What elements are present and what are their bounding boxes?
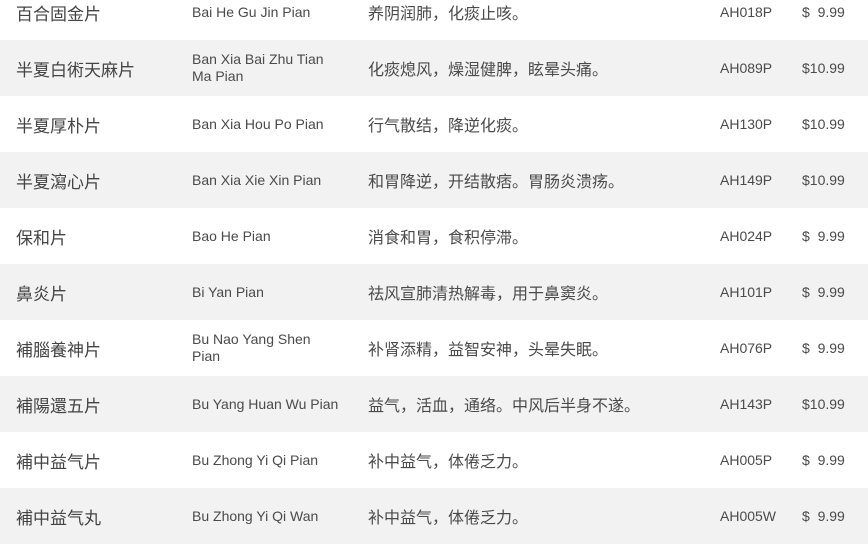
product-pinyin: Bi Yan Pian — [192, 283, 264, 300]
product-description: 化痰熄风，燥湿健脾，眩晕头痛。 — [368, 60, 609, 79]
product-name: 鼻炎片 — [16, 284, 67, 305]
product-code: AH149P — [720, 172, 773, 188]
product-name: 半夏瀉心片 — [16, 172, 101, 193]
product-description: 和胃降逆，开结散痞。胃肠炎溃疡。 — [368, 172, 625, 191]
product-name: 補中益气丸 — [16, 508, 101, 529]
product-description: 祛风宣肺清热解毒，用于鼻窦炎。 — [368, 284, 609, 303]
product-code: AH089P — [720, 60, 773, 76]
product-price: $ 9.99 — [802, 508, 845, 524]
product-name: 百合固金片 — [16, 4, 101, 25]
product-name: 半夏白術天麻片 — [16, 60, 135, 81]
product-price: $ 9.99 — [802, 4, 845, 20]
product-code: AH101P — [720, 284, 773, 300]
product-price: $10.99 — [802, 396, 845, 412]
product-description: 养阴润肺，化痰止咳。 — [368, 4, 529, 23]
product-price: $ 9.99 — [802, 284, 845, 300]
product-pinyin: Bu Yang Huan Wu Pian — [192, 395, 339, 412]
product-description: 行气散结，降逆化痰。 — [368, 116, 529, 135]
product-description: 补肾添精，益智安神，头晕失眠。 — [368, 340, 609, 359]
product-name: 補陽還五片 — [16, 396, 101, 417]
table-row: 鼻炎片 Bi Yan Pian 祛风宣肺清热解毒，用于鼻窦炎。 AH101P $… — [0, 264, 868, 320]
product-price: $10.99 — [802, 172, 845, 188]
product-table: 百合固金片 Bai He Gu Jin Pian 养阴润肺，化痰止咳。 AH01… — [0, 0, 868, 544]
table-row: 保和片 Bao He Pian 消食和胃，食积停滞。 AH024P $ 9.99 — [0, 208, 868, 264]
table-row: 半夏白術天麻片 Ban Xia Bai Zhu Tian Ma Pian 化痰熄… — [0, 40, 868, 96]
product-code: AH130P — [720, 116, 773, 132]
product-name: 保和片 — [16, 228, 67, 249]
product-pinyin: Bu Nao Yang Shen Pian — [192, 331, 311, 364]
table-row: 半夏瀉心片 Ban Xia Xie Xin Pian 和胃降逆，开结散痞。胃肠炎… — [0, 152, 868, 208]
table-row: 補陽還五片 Bu Yang Huan Wu Pian 益气，活血，通络。中风后半… — [0, 376, 868, 432]
product-pinyin: Bu Zhong Yi Qi Wan — [192, 507, 319, 524]
product-description: 益气，活血，通络。中风后半身不遂。 — [368, 396, 641, 415]
product-price: $ 9.99 — [802, 452, 845, 468]
table-row: 半夏厚朴片 Ban Xia Hou Po Pian 行气散结，降逆化痰。 AH1… — [0, 96, 868, 152]
product-code: AH143P — [720, 396, 773, 412]
product-price: $ 9.99 — [802, 228, 845, 244]
product-pinyin: Ban Xia Xie Xin Pian — [192, 171, 322, 188]
product-price: $10.99 — [802, 116, 845, 132]
product-pinyin: Bao He Pian — [192, 227, 271, 244]
product-name: 補腦養神片 — [16, 340, 101, 361]
product-description: 补中益气，体倦乏力。 — [368, 452, 529, 471]
product-name: 半夏厚朴片 — [16, 116, 101, 137]
product-pinyin: Bai He Gu Jin Pian — [192, 3, 311, 20]
table-row: 補腦養神片 Bu Nao Yang Shen Pian 补肾添精，益智安神，头晕… — [0, 320, 868, 376]
product-name: 補中益气片 — [16, 452, 101, 473]
product-price: $10.99 — [802, 60, 845, 76]
product-code: AH076P — [720, 340, 773, 356]
product-description: 消食和胃，食积停滞。 — [368, 228, 529, 247]
product-price: $ 9.99 — [802, 340, 845, 356]
table-row: 補中益气丸 Bu Zhong Yi Qi Wan 补中益气，体倦乏力。 AH00… — [0, 488, 868, 544]
product-code: AH018P — [720, 4, 773, 20]
product-pinyin: Ban Xia Bai Zhu Tian Ma Pian — [192, 51, 324, 84]
product-code: AH024P — [720, 228, 773, 244]
product-pinyin: Ban Xia Hou Po Pian — [192, 115, 324, 132]
product-code: AH005W — [720, 508, 777, 524]
table-row: 百合固金片 Bai He Gu Jin Pian 养阴润肺，化痰止咳。 AH01… — [0, 0, 868, 40]
table-row: 補中益气片 Bu Zhong Yi Qi Pian 补中益气，体倦乏力。 AH0… — [0, 432, 868, 488]
product-code: AH005P — [720, 452, 773, 468]
product-pinyin: Bu Zhong Yi Qi Pian — [192, 451, 319, 468]
product-description: 补中益气，体倦乏力。 — [368, 508, 529, 527]
